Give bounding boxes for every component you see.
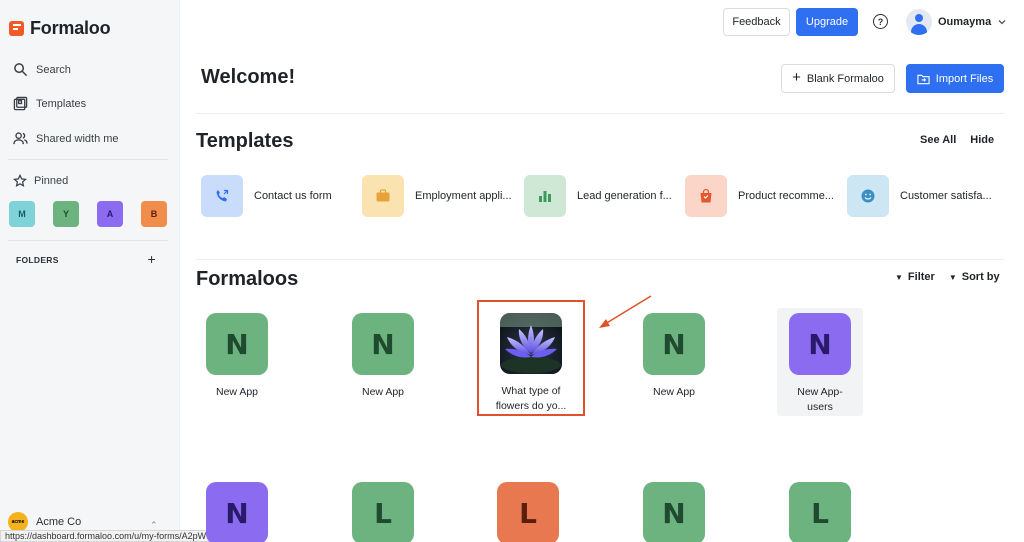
sidebar-divider	[8, 159, 168, 160]
brand-name: Formaloo	[30, 18, 111, 38]
plus-icon: +	[792, 69, 801, 86]
filter-label: Filter	[907, 271, 935, 283]
app-icon: N	[643, 482, 705, 542]
blank-formaloo-button[interactable]: + Blank Formaloo	[781, 64, 895, 93]
formaloo-app-card[interactable]: N	[631, 482, 717, 542]
app-icon: N	[206, 482, 268, 542]
pinned-item[interactable]: M	[9, 201, 35, 227]
help-icon[interactable]: ?	[873, 14, 888, 29]
app-icon: L	[497, 482, 559, 542]
pinned-item[interactable]: Y	[53, 201, 79, 227]
phone-icon	[201, 175, 243, 217]
formaloo-app-card[interactable]: L	[485, 482, 571, 542]
template-label: Customer satisfa...	[900, 190, 992, 202]
formaloo-app-card-selected[interactable]: N New App-users	[777, 308, 863, 416]
section-divider	[196, 113, 1004, 114]
shopping-bag-icon	[685, 175, 727, 217]
template-card[interactable]: Lead generation f...	[524, 175, 672, 217]
sidebar-item-label: Shared width me	[36, 132, 119, 145]
app-label: What type of flowers do yo...	[495, 385, 567, 412]
app-label: New App	[361, 386, 405, 398]
annotation-arrow	[599, 295, 652, 328]
search-icon	[14, 63, 28, 77]
sidebar: Formaloo Search Templates Shared width m…	[0, 0, 180, 542]
template-card[interactable]: Product recomme...	[685, 175, 834, 217]
caret-down-icon: ▼	[948, 272, 957, 282]
workspace-name: Acme Co	[36, 516, 82, 528]
briefcase-icon	[362, 175, 404, 217]
pinned-header: Pinned	[13, 174, 68, 188]
formaloo-logo-icon	[9, 21, 24, 36]
sidebar-item-shared[interactable]: Shared width me	[13, 131, 119, 146]
sort-label: Sort by	[961, 271, 1000, 283]
formaloo-logo[interactable]: Formaloo	[9, 18, 111, 39]
hide-button[interactable]: Hide	[970, 134, 994, 146]
see-all-button[interactable]: See All	[920, 134, 956, 146]
templates-section-title: Templates	[196, 130, 294, 152]
workspace-avatar: acme	[8, 512, 28, 532]
import-files-label: Import Files	[935, 72, 994, 85]
sidebar-item-label: Templates	[36, 97, 87, 110]
formaloo-app-card[interactable]: L	[340, 482, 426, 542]
sidebar-item-search[interactable]: Search	[13, 62, 71, 77]
lotus-flower-image	[500, 313, 562, 374]
smile-icon	[847, 175, 889, 217]
add-folder-button[interactable]: +	[148, 251, 156, 267]
app-icon: N	[352, 313, 414, 375]
user-menu[interactable]: Oumayma	[906, 9, 1007, 35]
template-label: Contact us form	[254, 190, 332, 202]
pinned-label: Pinned	[34, 175, 69, 187]
page-title: Welcome!	[201, 66, 296, 88]
sidebar-item-templates[interactable]: Templates	[13, 96, 86, 111]
app-label: New App-users	[797, 386, 843, 413]
import-files-button[interactable]: Import Files	[906, 64, 1004, 93]
formaloo-app-card[interactable]: N	[194, 482, 280, 542]
folder-import-icon	[917, 74, 930, 84]
formaloo-app-card[interactable]: N New App	[340, 313, 426, 400]
app-icon: L	[352, 482, 414, 542]
user-name: Oumayma	[938, 16, 992, 28]
app-icon: L	[789, 482, 851, 542]
template-card[interactable]: Customer satisfa...	[847, 175, 992, 217]
sidebar-divider	[8, 240, 168, 241]
template-label: Employment appli...	[415, 190, 512, 202]
template-label: Lead generation f...	[577, 190, 672, 202]
template-card[interactable]: Contact us form	[201, 175, 332, 217]
sidebar-item-label: Search	[36, 63, 71, 76]
folders-label: FOLDERS	[16, 255, 59, 265]
user-avatar	[906, 9, 932, 35]
chevron-down-icon	[998, 20, 1006, 25]
template-card[interactable]: Employment appli...	[362, 175, 512, 217]
app-label: New App	[215, 386, 259, 398]
pinned-item[interactable]: A	[97, 201, 123, 227]
template-label: Product recomme...	[738, 190, 834, 202]
formaloo-app-card-highlighted[interactable]: What type of flowers do yo...	[477, 300, 585, 416]
caret-down-icon: ▼	[895, 272, 903, 282]
feedback-button[interactable]: Feedback	[723, 8, 790, 36]
upgrade-button[interactable]: Upgrade	[796, 8, 858, 36]
formaloos-section-title: Formaloos	[196, 268, 299, 290]
app-label: New App	[652, 386, 696, 398]
sort-button[interactable]: ▼ Sort by	[949, 271, 1000, 283]
formaloos-actions: ▼ Filter ▼ Sort by	[895, 271, 1000, 283]
blank-formaloo-label: Blank Formaloo	[806, 72, 884, 85]
formaloo-app-card[interactable]: N New App	[194, 313, 280, 400]
app-icon: N	[789, 313, 851, 375]
app-icon: N	[206, 313, 268, 375]
section-divider	[196, 259, 1004, 260]
bar-chart-icon	[524, 175, 566, 217]
users-icon	[13, 132, 28, 145]
pinned-list: M Y A B	[9, 201, 167, 227]
pinned-item[interactable]: B	[141, 201, 167, 227]
workspace-switcher[interactable]: acme Acme Co	[8, 512, 81, 532]
filter-button[interactable]: ▼ Filter	[895, 271, 935, 283]
templates-actions: See All Hide	[920, 134, 994, 146]
star-icon	[13, 174, 27, 188]
folders-header: FOLDERS +	[16, 251, 156, 267]
formaloo-app-card[interactable]: L	[777, 482, 863, 542]
templates-icon	[13, 96, 28, 111]
